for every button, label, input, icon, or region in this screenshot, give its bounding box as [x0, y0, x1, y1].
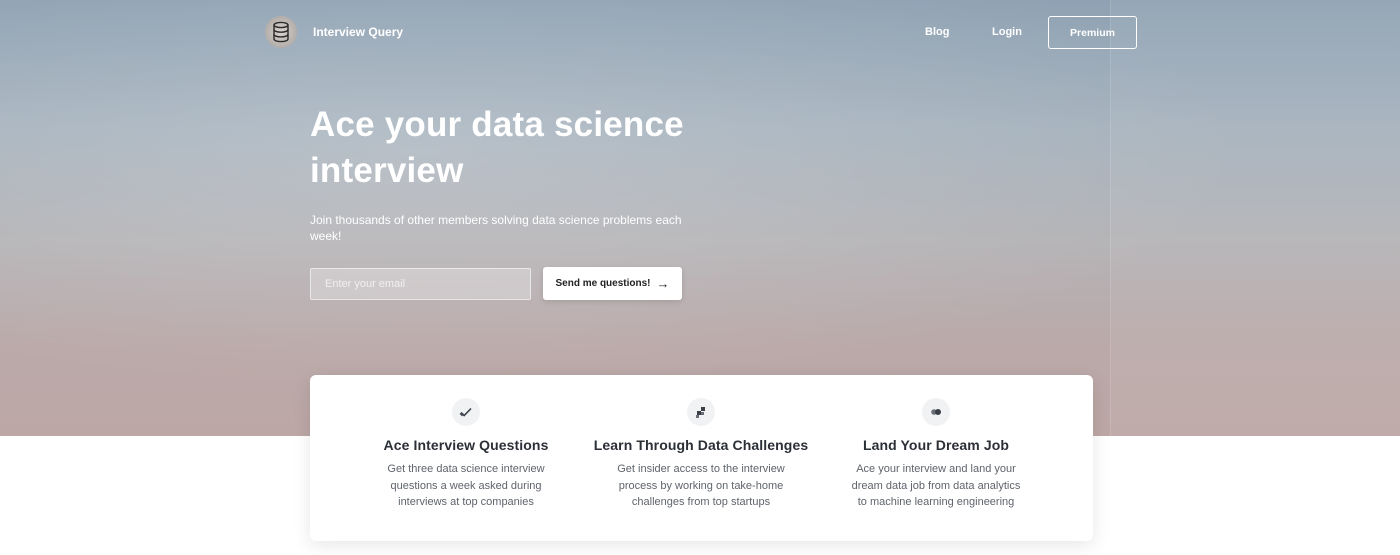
feature-description: Ace your interview and land your dream d…: [851, 463, 1021, 508]
feature-desc-wrap: Get insider access to the interview proc…: [581, 461, 821, 511]
feature-title: Ace Interview Questions: [383, 437, 549, 453]
email-input[interactable]: [310, 268, 531, 300]
nav-login-link[interactable]: Login: [992, 26, 1022, 38]
arrow-right-icon: →: [656, 276, 670, 291]
hero-side-panel: [1110, 0, 1400, 436]
feature-title: Learn Through Data Challenges: [593, 437, 809, 453]
premium-button[interactable]: Premium: [1048, 16, 1137, 49]
feature-description: Get insider access to the interview proc…: [617, 463, 785, 508]
logo-icon[interactable]: [265, 16, 297, 48]
nav-blog-link[interactable]: Blog: [925, 26, 949, 38]
feature-title: Land Your Dream Job: [862, 437, 1010, 453]
hero-section: Interview Query Blog Login Premium Ace y…: [0, 0, 1400, 436]
dots-icon: [922, 398, 950, 426]
send-questions-label: Send me questions!: [555, 278, 651, 289]
hero-subtitle: Join thousands of other members solving …: [310, 213, 682, 243]
database-icon: [273, 21, 289, 43]
hero-title: Ace your data science interview: [310, 105, 684, 190]
feature-description: Get three data science interview questio…: [387, 463, 545, 508]
checkmark-icon: [452, 398, 480, 426]
brand-name[interactable]: Interview Query: [313, 25, 403, 39]
blocks-icon: [687, 398, 715, 426]
send-questions-button[interactable]: Send me questions! →: [543, 267, 682, 300]
features-card: Ace Interview Questions Get three data s…: [310, 375, 1093, 541]
feature-desc-wrap: Get three data science interview questio…: [346, 461, 586, 511]
feature-desc-wrap: Ace your interview and land your dream d…: [816, 461, 1056, 511]
